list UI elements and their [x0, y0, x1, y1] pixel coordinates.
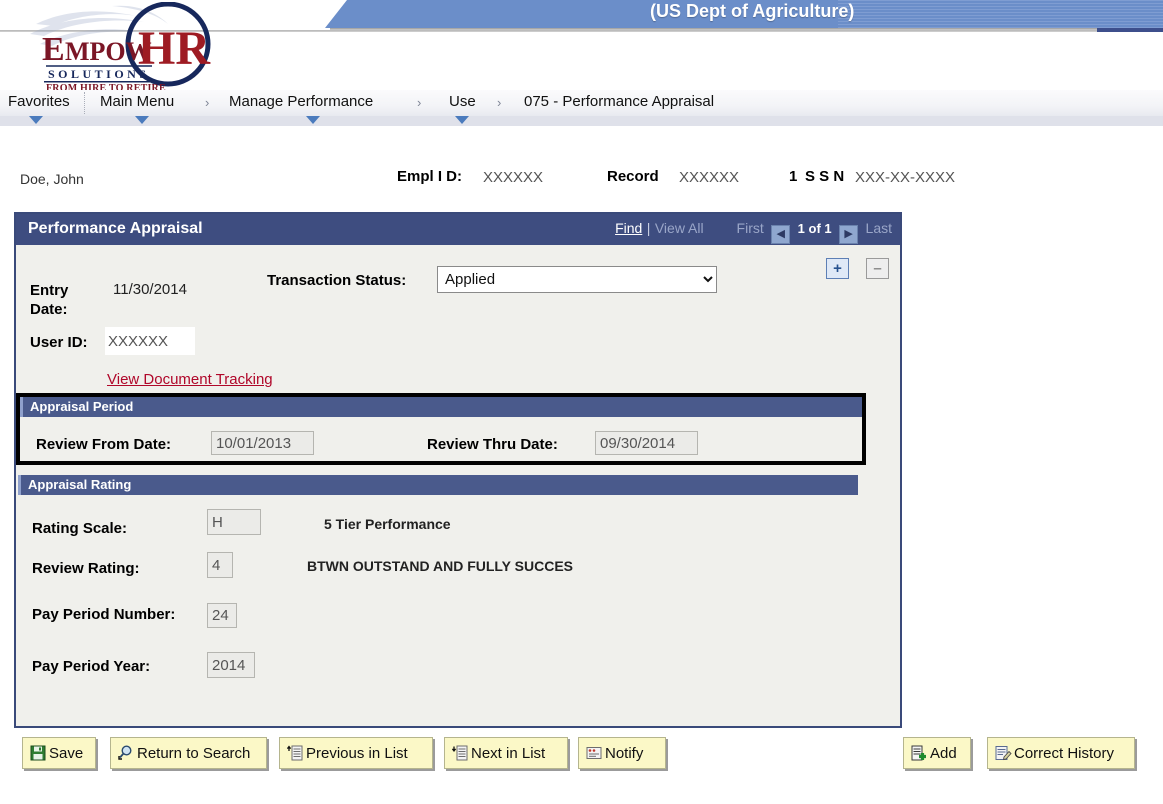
breadcrumb: Favorites Main Menu › Manage Performance…	[0, 90, 1163, 117]
add-icon	[910, 744, 928, 762]
pay-period-number-input[interactable]	[207, 603, 237, 628]
svg-text:SOLUTIONS: SOLUTIONS	[48, 67, 150, 81]
correct-history-icon	[994, 744, 1012, 762]
entry-date-label: Entry Date:	[30, 282, 69, 318]
review-rating-label: Review Rating:	[32, 560, 140, 577]
save-icon	[29, 744, 47, 762]
svg-text:E: E	[42, 31, 64, 68]
page-root: (US Dept of Agriculture) E MPOW HR SOLUT…	[0, 0, 1163, 804]
breadcrumb-separator-3: ›	[497, 95, 502, 110]
delete-row-button[interactable]: –	[866, 258, 889, 279]
previous-in-list-icon	[286, 744, 304, 762]
rating-scale-description: 5 Tier Performance	[324, 516, 451, 532]
breadcrumb-divider	[84, 92, 86, 114]
previous-in-list-button[interactable]: Previous in List	[279, 737, 433, 769]
next-in-list-icon	[451, 744, 469, 762]
breadcrumb-separator-2: ›	[417, 95, 422, 110]
pay-period-year-label: Pay Period Year:	[32, 658, 151, 675]
chevron-down-icon-main-menu[interactable]	[135, 116, 149, 124]
rating-scale-input[interactable]	[207, 509, 261, 535]
svg-text:FROM HIRE TO RETIRE: FROM HIRE TO RETIRE	[46, 83, 166, 90]
ssn-label: S S N	[805, 168, 845, 185]
empl-id-value: XXXXXX	[483, 169, 544, 186]
add-row-button[interactable]: +	[826, 258, 849, 279]
record-value: XXXXXX	[679, 169, 740, 186]
return-to-search-button[interactable]: Return to Search	[110, 737, 267, 769]
header-dark-rule	[1097, 28, 1163, 32]
notify-label: Notify	[605, 744, 644, 762]
appraisal-period-header: Appraisal Period	[20, 397, 862, 417]
entry-date-value: 11/30/2014	[113, 281, 187, 298]
save-label: Save	[49, 744, 84, 762]
appraisal-rating-header: Appraisal Rating	[18, 475, 858, 495]
panel-navigation: Find | View All First ◀ 1 of 1 ▶ Last	[615, 220, 892, 244]
breadcrumb-dropdown-strip	[0, 116, 1163, 126]
review-rating-description: BTWN OUTSTAND AND FULLY SUCCES	[307, 558, 573, 574]
review-from-date-label: Review From Date:	[36, 436, 172, 453]
agency-title: (US Dept of Agriculture)	[650, 1, 855, 21]
breadcrumb-item-use[interactable]: Use	[449, 93, 476, 110]
breadcrumb-separator-1: ›	[205, 95, 210, 110]
employee-name: Doe, John	[20, 171, 84, 187]
next-in-list-label: Next in List	[471, 744, 546, 762]
user-id-input[interactable]	[105, 327, 195, 355]
find-link[interactable]: Find	[615, 220, 642, 236]
review-from-date-input[interactable]	[211, 431, 314, 455]
notify-button[interactable]: Notify	[578, 737, 666, 769]
user-id-label: User ID:	[30, 334, 88, 351]
search-icon	[117, 744, 135, 762]
return-to-search-label: Return to Search	[137, 744, 251, 762]
previous-arrow-icon[interactable]: ◀	[771, 225, 791, 244]
employee-info-row: Doe, John Empl I D: XXXXXX Record XXXXXX…	[0, 168, 1163, 198]
nav-pipe: |	[646, 220, 651, 236]
empl-id-label: Empl I D:	[397, 168, 463, 185]
save-button[interactable]: Save	[22, 737, 96, 769]
review-thru-date-input[interactable]	[595, 431, 698, 455]
correct-history-button[interactable]: Correct History	[987, 737, 1135, 769]
chevron-down-icon-manage-performance[interactable]	[306, 116, 320, 124]
next-in-list-button[interactable]: Next in List	[444, 737, 568, 769]
add-button[interactable]: Add	[903, 737, 971, 769]
breadcrumb-item-favorites[interactable]: Favorites	[8, 93, 70, 110]
transaction-status-select[interactable]: Applied	[437, 266, 717, 293]
row-counter: 1 of 1	[797, 221, 832, 236]
breadcrumb-item-current-page: 075 - Performance Appraisal	[524, 93, 715, 110]
panel-title-bar: Performance Appraisal Find | View All Fi…	[16, 214, 900, 245]
add-label: Add	[930, 744, 957, 762]
chevron-down-icon-favorites[interactable]	[29, 116, 43, 124]
notify-icon	[585, 744, 603, 762]
chevron-down-icon-use[interactable]	[455, 116, 469, 124]
transaction-status-label: Transaction Status:	[267, 272, 407, 289]
appraisal-rating-title: Appraisal Rating	[28, 477, 132, 492]
correct-history-label: Correct History	[1014, 744, 1115, 762]
first-link[interactable]: First	[737, 220, 764, 236]
empowhr-logo: E MPOW HR SOLUTIONS FROM HIRE TO RETIRE	[16, 2, 266, 90]
previous-in-list-label: Previous in List	[306, 744, 408, 762]
next-arrow-icon[interactable]: ▶	[839, 225, 859, 244]
appraisal-period-title: Appraisal Period	[30, 399, 134, 414]
view-document-tracking-link[interactable]: View Document Tracking	[107, 371, 273, 388]
ssn-sequence: 1	[789, 168, 798, 185]
review-thru-date-label: Review Thru Date:	[427, 436, 558, 453]
appraisal-period-group: Appraisal Period	[16, 393, 866, 465]
breadcrumb-item-main-menu[interactable]: Main Menu	[100, 93, 174, 110]
ssn-value: XXX-XX-XXXX	[855, 169, 956, 186]
pay-period-year-input[interactable]	[207, 652, 255, 678]
record-label: Record	[607, 168, 659, 185]
panel-title: Performance Appraisal	[28, 220, 203, 237]
breadcrumb-item-manage-performance[interactable]: Manage Performance	[229, 93, 373, 110]
rating-scale-label: Rating Scale:	[32, 520, 128, 537]
pay-period-number-label: Pay Period Number:	[32, 606, 176, 623]
view-all-link[interactable]: View All	[655, 220, 704, 236]
review-rating-input[interactable]	[207, 552, 233, 578]
last-link[interactable]: Last	[866, 220, 892, 236]
